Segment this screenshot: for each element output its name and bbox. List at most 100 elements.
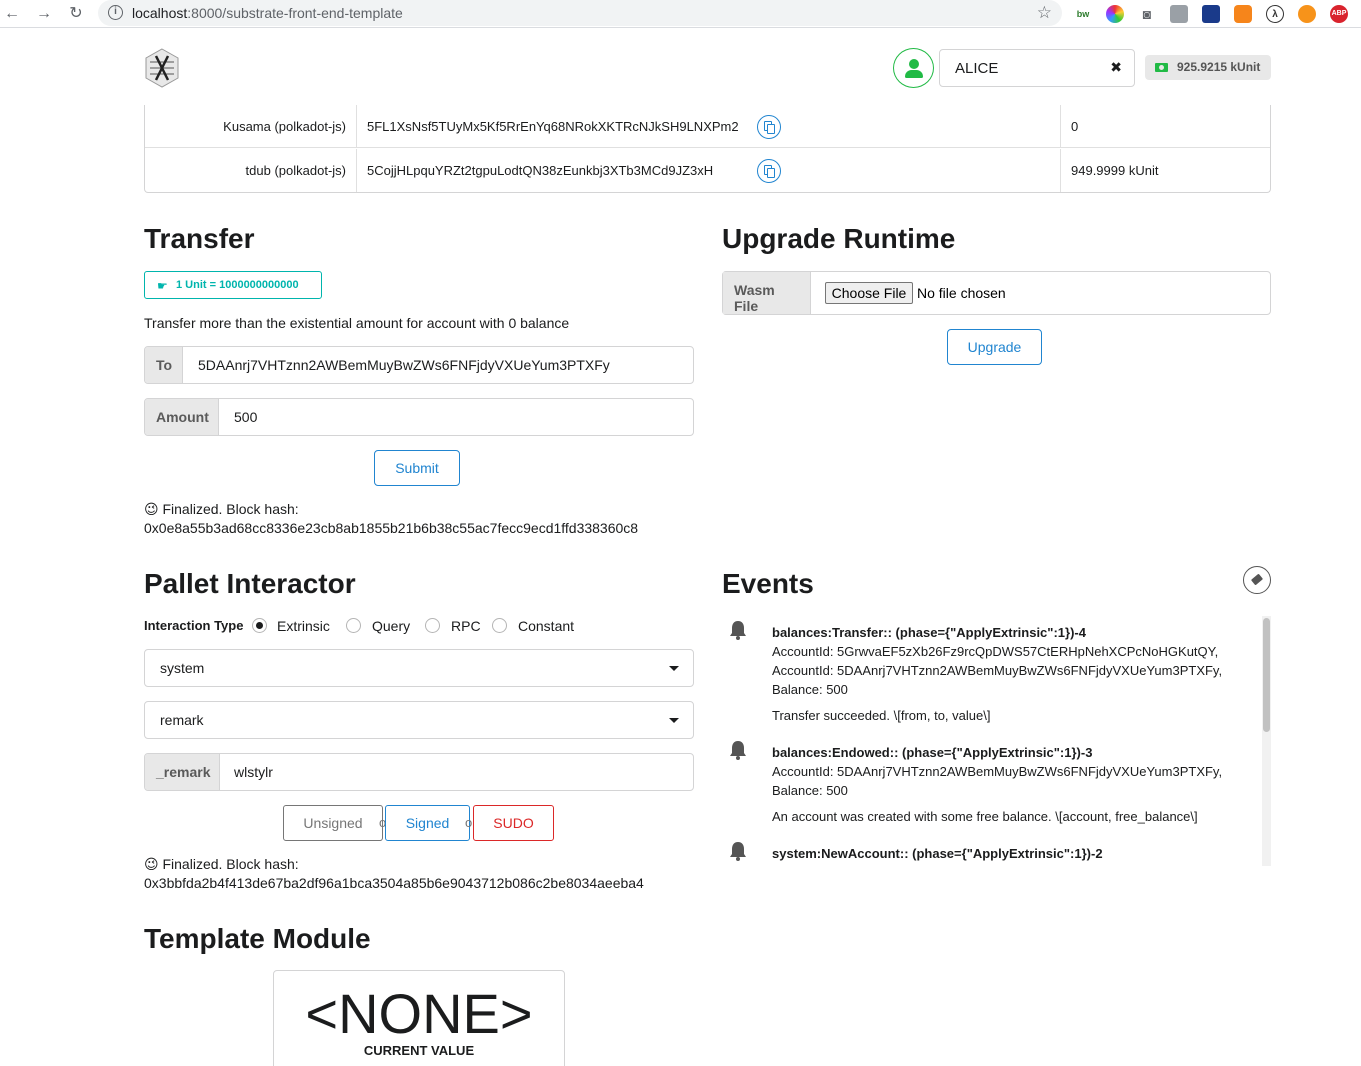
account-address-cell: 5FL1XsNsf5TUyMx5Kf5RrEnYq68NRokXKTRcNJkS… (357, 105, 1061, 147)
extension-metamask-icon[interactable] (1234, 5, 1252, 23)
amount-field[interactable]: Amount 500 (144, 398, 694, 436)
event-title: balances:Transfer:: (phase={"ApplyExtrin… (772, 625, 1086, 640)
bell-icon (730, 842, 746, 861)
transfer-note: Transfer more than the existential amoun… (144, 315, 570, 331)
event-detail: AccountId: 5DAAnrj7VHTznn2AWBemMuyBwZWs6… (772, 764, 1223, 779)
events-heading: Events (722, 568, 814, 599)
interaction-type-label: Interaction Type (144, 618, 244, 633)
transfer-block-hash: 0x0e8a55b3ad68cc8336e23cb8ab1855b21b6b38… (144, 520, 639, 536)
account-balance-badge: 925.9215 kUnit (1145, 55, 1271, 80)
pallet-dropdown-value: system (160, 660, 205, 676)
radio-rpc-label[interactable]: RPC (451, 618, 481, 634)
transfer-status-label: 😉 Finalized. Block hash: (144, 501, 299, 517)
event-description: Transfer succeeded. \[from, to, value\] (772, 708, 991, 723)
callable-dropdown-value: remark (160, 712, 204, 728)
radio-extrinsic[interactable] (252, 618, 267, 633)
forward-arrow-icon[interactable]: → (34, 4, 54, 24)
bell-icon (730, 741, 746, 760)
events-scrollbar[interactable] (1262, 616, 1271, 866)
table-row: Kusama (polkadot-js) 5FL1XsNsf5TUyMx5Kf5… (145, 105, 1270, 148)
event-detail: AccountId: 5DAAnrj7VHTznn2AWBemMuyBwZWs6… (772, 663, 1223, 678)
site-info-icon[interactable]: i (108, 5, 123, 20)
wasm-file-label: Wasm File (723, 272, 811, 314)
url-path: :8000/substrate-front-end-template (187, 5, 403, 21)
accounts-table: Kusama (polkadot-js) 5FL1XsNsf5TUyMx5Kf5… (144, 105, 1271, 193)
account-name-cell: tdub (polkadot-js) (145, 149, 357, 192)
table-row: tdub (polkadot-js) 5CojjHLpquYRZt2tgpuLo… (145, 149, 1270, 192)
transfer-heading: Transfer (144, 223, 255, 254)
pallet-status: 😉 Finalized. Block hash: 0x3bbfda2b4f413… (144, 855, 644, 893)
remark-param-value[interactable]: wlstylr (234, 764, 273, 780)
callable-dropdown[interactable]: remark (144, 701, 694, 739)
extension-lambda-icon[interactable]: λ (1266, 5, 1284, 23)
upgrade-button[interactable]: Upgrade (947, 329, 1042, 365)
address-bar[interactable]: i localhost:8000/substrate-front-end-tem… (98, 0, 1062, 26)
extension-color-wheel-icon[interactable] (1106, 5, 1124, 23)
event-detail: AccountId: 5GrwvaEF5zXb26Fz9rcQpDWS57CtE… (772, 644, 1219, 659)
unsigned-button[interactable]: Unsigned (283, 805, 383, 841)
radio-query[interactable] (346, 618, 361, 633)
template-value-card: <NONE> CURRENT VALUE (273, 970, 565, 1066)
pallet-status-label: 😉 Finalized. Block hash: (144, 856, 299, 872)
pallet-block-hash: 0x3bbfda2b4f413de67ba2df96a1bca3504a85b6… (144, 875, 644, 891)
template-module-heading: Template Module (144, 923, 371, 954)
account-balance-text: 925.9215 kUnit (1177, 60, 1261, 74)
back-arrow-icon[interactable]: ← (2, 4, 22, 24)
account-balance-cell: 949.9999 kUnit (1071, 163, 1159, 178)
template-current-value: <NONE> (305, 982, 533, 1045)
bookmark-star-icon[interactable]: ☆ (1037, 3, 1052, 23)
no-file-chosen-text: No file chosen (917, 285, 1006, 301)
choose-file-button[interactable]: Choose File (825, 282, 913, 304)
account-avatar-icon[interactable] (893, 48, 934, 88)
account-selector[interactable]: ALICE ✖ (939, 49, 1135, 87)
remark-param-field[interactable]: _remark wlstylr (144, 753, 694, 791)
amount-value[interactable]: 500 (234, 409, 257, 425)
avatar-head (909, 59, 919, 69)
copy-address-icon[interactable] (757, 115, 781, 139)
event-detail: Balance: 500 (772, 682, 848, 697)
browser-toolbar: ← → ↻ i localhost:8000/substrate-front-e… (0, 0, 1361, 28)
to-address-value[interactable]: 5DAAnrj7VHTznn2AWBemMuyBwZWs6FNFjdyVXUeY… (198, 357, 610, 373)
unit-conversion-text: 1 Unit = 1000000000000 (176, 279, 299, 291)
url-text[interactable]: localhost:8000/substrate-front-end-templ… (132, 5, 403, 21)
extension-adblock-icon[interactable]: ABP (1330, 5, 1348, 23)
radio-query-label[interactable]: Query (372, 618, 410, 634)
eraser-icon[interactable] (1243, 566, 1271, 594)
event-title: balances:Endowed:: (phase={"ApplyExtrins… (772, 745, 1093, 760)
reload-icon[interactable]: ↻ (66, 4, 86, 24)
clear-account-icon[interactable]: ✖ (1110, 59, 1122, 76)
extension-bw-icon[interactable]: bw (1074, 5, 1092, 23)
remark-param-label: _remark (145, 754, 220, 790)
bell-icon (730, 621, 746, 640)
hand-pointing-icon: ☛ (157, 279, 168, 293)
event-detail: Balance: 500 (772, 783, 848, 798)
event-title: system:NewAccount:: (phase={"ApplyExtrin… (772, 846, 1103, 861)
extension-grey-icon[interactable] (1170, 5, 1188, 23)
pallet-dropdown[interactable]: system (144, 649, 694, 687)
account-balance-cell: 0 (1071, 119, 1079, 134)
money-icon (1155, 63, 1168, 72)
account-address: 5CojjHLpquYRZt2tgpuLodtQN38zEunkbj3XTb3M… (367, 163, 714, 178)
account-selector-value: ALICE (955, 60, 999, 77)
to-address-field[interactable]: To 5DAAnrj7VHTznn2AWBemMuyBwZWs6FNFjdyVX… (144, 346, 694, 384)
copy-address-icon[interactable] (757, 159, 781, 183)
signed-button[interactable]: Signed (385, 805, 470, 841)
event-description: An account was created with some free ba… (772, 809, 1198, 824)
amount-label: Amount (145, 399, 219, 435)
extension-monitor-icon[interactable] (1202, 5, 1220, 23)
account-address: 5FL1XsNsf5TUyMx5Kf5RrEnYq68NRokXKTRcNJkS… (367, 119, 739, 134)
radio-rpc[interactable] (425, 618, 440, 633)
submit-button[interactable]: Submit (374, 450, 460, 486)
radio-constant[interactable] (492, 618, 507, 633)
events-feed: balances:Transfer:: (phase={"ApplyExtrin… (722, 616, 1271, 866)
radio-extrinsic-label[interactable]: Extrinsic (277, 618, 330, 634)
substrate-logo-icon (145, 48, 179, 88)
events-scrollbar-thumb[interactable] (1263, 618, 1270, 732)
sudo-button[interactable]: SUDO (473, 805, 554, 841)
extension-camera-icon[interactable]: ◙ (1138, 5, 1156, 23)
account-name-cell: Kusama (polkadot-js) (145, 105, 357, 147)
radio-constant-label[interactable]: Constant (518, 618, 574, 634)
chevron-down-icon (669, 666, 679, 671)
extension-orange-icon[interactable] (1298, 5, 1316, 23)
account-address-cell: 5CojjHLpquYRZt2tgpuLodtQN38zEunkbj3XTb3M… (357, 149, 1061, 192)
